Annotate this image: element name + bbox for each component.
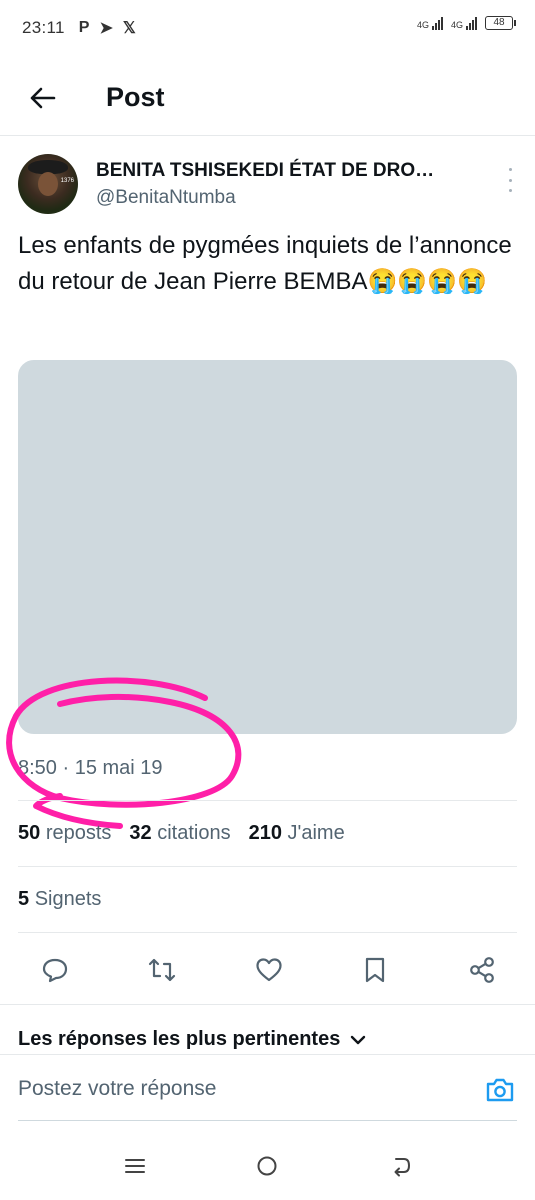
- reply-input[interactable]: [18, 1071, 458, 1107]
- telegram-icon: ➤: [99, 20, 113, 37]
- top-app-bar: Post: [0, 60, 535, 136]
- back-button[interactable]: [20, 76, 64, 120]
- home-button[interactable]: [253, 1152, 281, 1180]
- divider: [18, 932, 517, 933]
- replies-sort-label: Les réponses les plus pertinentes: [18, 1028, 341, 1050]
- avatar[interactable]: 1376: [18, 154, 78, 214]
- bookmarks-stat[interactable]: 5 Signets: [18, 888, 101, 911]
- post-author: 1376 BENITA TSHISEKEDI ÉTAT DE DRO… @Ben…: [18, 154, 518, 216]
- likes-stat[interactable]: 210 J'aime: [249, 822, 345, 845]
- reply-divider: [18, 1120, 517, 1121]
- author-name[interactable]: BENITA TSHISEKEDI ÉTAT DE DRO…: [96, 160, 434, 182]
- quotes-stat[interactable]: 32 citations: [129, 822, 230, 845]
- reply-composer: [0, 1054, 535, 1122]
- notification-icons: P ➤ 𝕏: [79, 18, 136, 38]
- post-media[interactable]: [18, 360, 517, 734]
- like-icon: [255, 958, 282, 982]
- reply-button[interactable]: [40, 955, 70, 985]
- more-options-button[interactable]: [502, 168, 518, 192]
- back-nav-button[interactable]: [387, 1152, 415, 1180]
- p-app-icon: P: [78, 19, 90, 36]
- back-arrow-icon: [394, 1158, 410, 1177]
- avatar-badge-text: 1376: [60, 178, 74, 184]
- menu-icon: [125, 1159, 145, 1173]
- like-button[interactable]: [254, 955, 284, 985]
- divider: [0, 1004, 535, 1005]
- signal-icon: 4G: [451, 16, 477, 30]
- bookmark-icon: [366, 957, 385, 983]
- x-app-icon: 𝕏: [122, 20, 136, 37]
- camera-icon: [486, 1078, 514, 1102]
- divider: [18, 800, 517, 801]
- bookmark-button[interactable]: [360, 955, 390, 985]
- divider: [18, 866, 517, 867]
- recent-apps-button[interactable]: [121, 1152, 149, 1180]
- page-title: Post: [106, 82, 165, 112]
- signal-icon: 4G: [417, 16, 443, 30]
- repost-icon: [148, 958, 175, 982]
- replies-sort-dropdown[interactable]: Les réponses les plus pertinentes: [18, 1028, 366, 1051]
- reply-icon: [42, 958, 68, 983]
- status-time: 23:11: [22, 18, 65, 37]
- share-button[interactable]: [467, 955, 497, 985]
- author-handle[interactable]: @BenitaNtumba: [96, 187, 236, 209]
- system-navigation-bar: [0, 1140, 535, 1190]
- chevron-down-icon: [351, 1035, 366, 1044]
- post-actions: [18, 944, 517, 996]
- more-vertical-icon: [508, 168, 512, 171]
- status-bar: 23:11 P ➤ 𝕏 4G 4G 48: [0, 0, 535, 56]
- share-icon: [470, 957, 494, 983]
- battery-icon: 48: [485, 16, 516, 30]
- home-circle-icon: [257, 1156, 277, 1176]
- post-stats: 50 reposts 32 citations 210 J'aime: [18, 822, 345, 845]
- post-text: Les enfants de pygmées inquiets de l’ann…: [18, 232, 512, 295]
- camera-button[interactable]: [485, 1077, 515, 1103]
- arrow-left-icon: [30, 87, 56, 108]
- repost-button[interactable]: [147, 955, 177, 985]
- post-timestamp[interactable]: 8:50 · 15 mai 19: [18, 757, 163, 780]
- reposts-stat[interactable]: 50 reposts: [18, 822, 111, 845]
- system-indicators: 4G 4G 48: [417, 16, 516, 30]
